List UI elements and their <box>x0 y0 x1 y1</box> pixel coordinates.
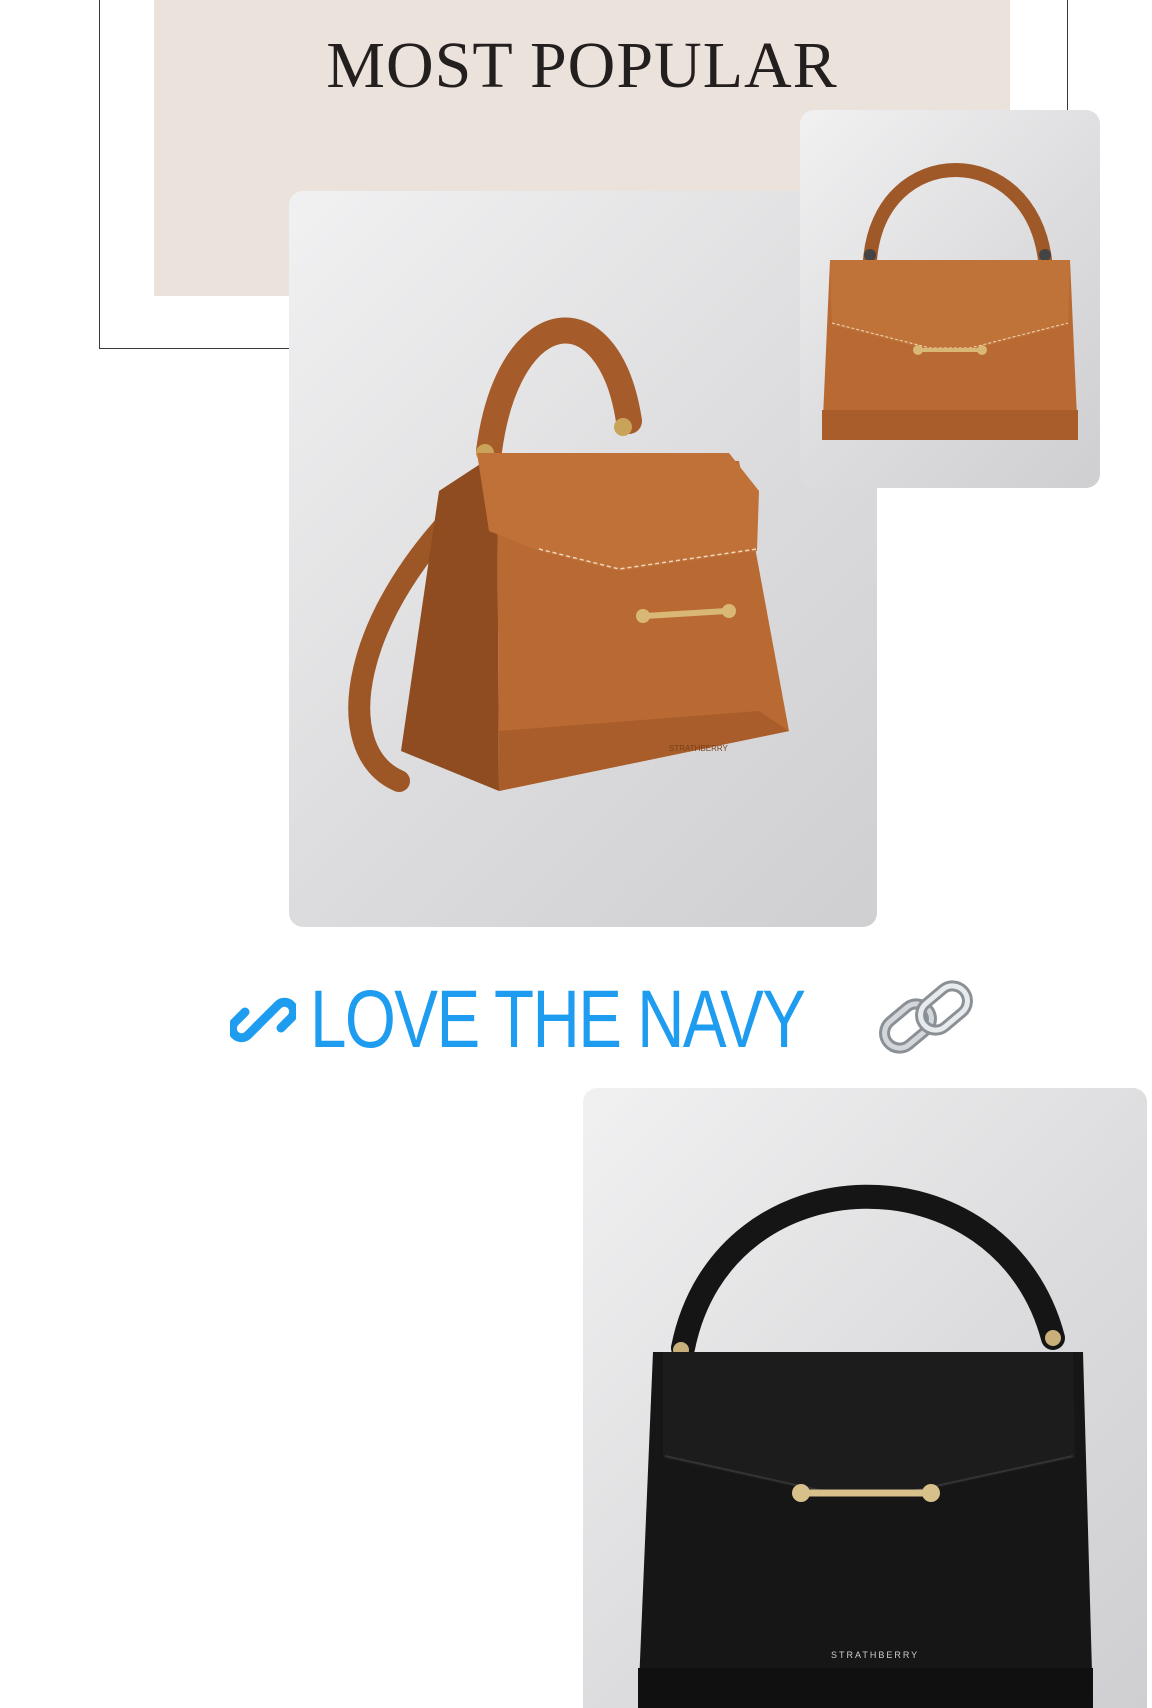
brand-mark: STRATHBERRY <box>669 744 728 753</box>
brand-mark: STRATHBERRY <box>831 1650 919 1660</box>
product-photo-tan-angle[interactable]: STRATHBERRY <box>289 191 877 927</box>
tan-bag-angle-image: STRATHBERRY <box>348 317 789 792</box>
product-photo-black-front[interactable]: STRATHBERRY <box>583 1088 1147 1708</box>
page-title: MOST POPULAR <box>326 29 838 102</box>
link-icon <box>227 987 299 1053</box>
chain-link-emoji-icon <box>876 977 976 1063</box>
black-bag-front-image: STRATHBERRY <box>638 1184 1093 1708</box>
tan-bag-front-image <box>822 163 1078 440</box>
sticker-label: LOVE THE NAVY <box>310 974 806 1065</box>
product-photo-tan-front[interactable] <box>800 110 1100 488</box>
link-sticker[interactable]: LOVE THE NAVY <box>227 974 976 1065</box>
